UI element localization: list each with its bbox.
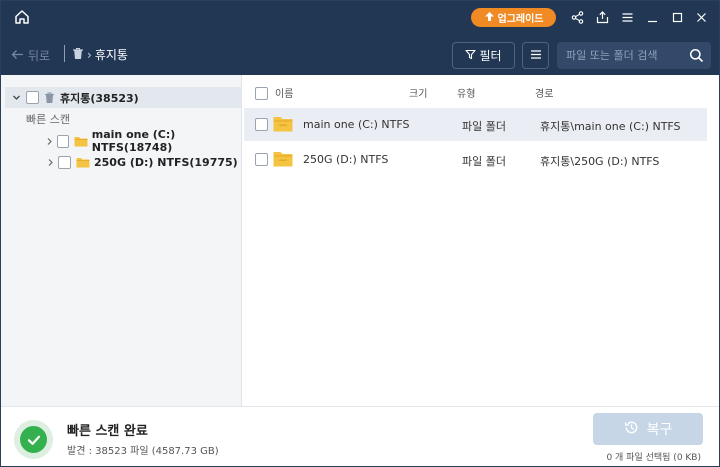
back-button[interactable]: 뒤로 (11, 47, 50, 64)
close-icon[interactable] (693, 9, 709, 25)
check-icon (20, 426, 47, 453)
scan-status-title: 빠른 스캔 완료 (67, 424, 148, 439)
export-icon[interactable] (594, 9, 610, 25)
filter-label: 필터 (479, 49, 502, 63)
column-header-type[interactable]: 유형 (457, 85, 475, 100)
tree-root-recycle-bin[interactable]: 휴지통(38523) (5, 87, 241, 108)
row-type: 파일 폴더 (462, 155, 506, 168)
app-window: 업그레이드 뒤로 › 휴지통 필터 파일 또는 폴더 검색 휴지통(38523)… (0, 0, 720, 467)
tree-item-checkbox[interactable] (57, 134, 69, 148)
scan-status-summary: 발견 : 38523 파일 (4587.73 GB) (67, 446, 219, 457)
minimize-icon[interactable] (644, 9, 660, 25)
quick-scan-section-label: 빠른 스캔 (26, 113, 70, 126)
trash-icon (72, 47, 84, 63)
breadcrumb-divider (64, 45, 65, 62)
recover-label: 복구 (646, 422, 673, 438)
file-list-panel: 이름 크기 유형 경로 main one (C:) NTFS 파일 폴더 휴지통… (242, 75, 719, 406)
chevron-right-icon[interactable] (45, 136, 54, 146)
selection-status: 0 개 파일 선택됨 (0 KB) (606, 453, 701, 463)
home-icon[interactable] (13, 8, 31, 26)
folder-icon (273, 116, 293, 135)
table-row[interactable]: main one (C:) NTFS 파일 폴더 휴지통\main one (C… (244, 108, 707, 141)
row-name: main one (C:) NTFS (303, 118, 410, 131)
list-icon (530, 49, 542, 63)
tree-root-label: 휴지통(38523) (60, 91, 139, 105)
maximize-icon[interactable] (669, 9, 685, 25)
tree-item-drive-c[interactable]: main one (C:) NTFS(18748) (45, 128, 241, 154)
folder-icon (273, 151, 293, 170)
chevron-right-icon[interactable] (45, 157, 55, 167)
tree-item-checkbox[interactable] (58, 155, 71, 169)
breadcrumb[interactable]: › 휴지통 (72, 46, 128, 63)
filter-icon (465, 49, 477, 63)
breadcrumb-label: 휴지통 (94, 48, 128, 62)
tree-item-label: main one (C:) NTFS(18748) (91, 128, 176, 154)
row-checkbox[interactable] (255, 153, 268, 166)
column-header-name[interactable]: 이름 (275, 85, 293, 100)
trash-icon (44, 92, 55, 104)
folder-icon (74, 136, 88, 147)
tree-root-checkbox[interactable] (26, 91, 39, 104)
folder-tree-panel: 휴지통(38523) 빠른 스캔 main one (C:) NTFS(1874… (1, 75, 242, 406)
row-type: 파일 폴더 (462, 120, 506, 133)
share-icon[interactable] (569, 9, 585, 25)
upgrade-button[interactable]: 업그레이드 (471, 8, 556, 27)
row-checkbox[interactable] (255, 118, 268, 131)
history-icon (624, 420, 639, 439)
filter-button[interactable]: 필터 (452, 42, 515, 69)
search-icon[interactable] (689, 48, 704, 63)
row-path: 휴지통\main one (C:) NTFS (540, 120, 681, 133)
column-header-size[interactable]: 크기 (409, 85, 427, 100)
recover-button[interactable]: 복구 (593, 413, 703, 445)
view-menu-button[interactable] (522, 42, 549, 69)
tree-item-label: 250G (D:) NTFS(19775) (94, 155, 238, 169)
arrow-left-icon (11, 49, 24, 63)
table-row[interactable]: 250G (D:) NTFS 파일 폴더 휴지통\250G (D:) NTFS (244, 143, 707, 176)
row-path: 휴지통\250G (D:) NTFS (540, 155, 660, 168)
upgrade-label: 업그레이드 (497, 14, 544, 25)
status-footer: 빠른 스캔 완료 발견 : 38523 파일 (4587.73 GB) 복구 0… (1, 406, 719, 466)
row-name: 250G (D:) NTFS (303, 153, 389, 166)
back-label: 뒤로 (28, 49, 51, 63)
search-box (557, 42, 711, 69)
arrow-up-icon (484, 11, 495, 25)
column-header-path[interactable]: 경로 (535, 85, 553, 100)
tree-item-drive-d[interactable]: 250G (D:) NTFS(19775) (45, 152, 241, 172)
chevron-down-icon[interactable] (11, 93, 21, 103)
scan-complete-badge (14, 420, 53, 459)
select-all-checkbox[interactable] (255, 87, 268, 100)
folder-icon (76, 157, 90, 168)
hamburger-icon[interactable] (619, 9, 635, 25)
header-bar: 업그레이드 뒤로 › 휴지통 필터 파일 또는 폴더 검색 (1, 1, 719, 75)
search-input[interactable] (566, 49, 690, 62)
